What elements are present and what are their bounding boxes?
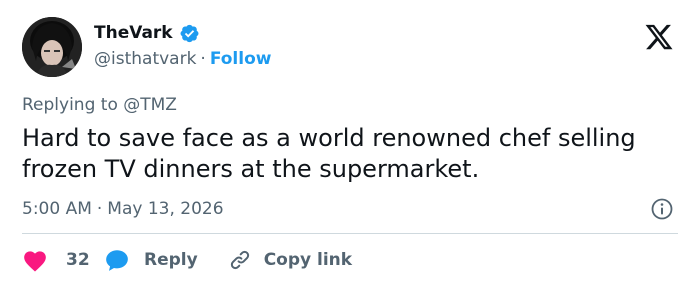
avatar[interactable]	[22, 17, 82, 77]
reply-label: Reply	[144, 250, 198, 270]
heart-icon	[22, 248, 48, 272]
link-icon	[228, 248, 252, 272]
timestamp[interactable]: 5:00 AM · May 13, 2026	[22, 198, 224, 220]
handle-row: @isthatvark · Follow	[94, 48, 271, 70]
action-bar: 32 Reply Copy link	[22, 246, 352, 274]
divider	[22, 233, 678, 234]
author-handle[interactable]: @isthatvark	[94, 49, 196, 69]
reply-prefix: Replying to	[22, 95, 118, 115]
reply-button[interactable]: Reply	[104, 248, 198, 272]
info-icon[interactable]	[650, 197, 674, 221]
follow-button[interactable]: Follow	[210, 49, 272, 69]
timestamp-separator: ·	[96, 199, 103, 219]
copy-link-label: Copy link	[263, 250, 353, 270]
copy-link-button[interactable]: Copy link	[228, 248, 352, 272]
timestamp-time[interactable]: 5:00 AM	[22, 199, 92, 219]
like-count: 32	[66, 250, 90, 270]
tweet-text: Hard to save face as a world renowned ch…	[22, 124, 636, 183]
comment-icon	[104, 248, 130, 272]
reply-mention[interactable]: @TMZ	[123, 95, 177, 115]
timestamp-date[interactable]: May 13, 2026	[107, 199, 223, 219]
verified-badge-icon	[180, 24, 199, 43]
reply-context: Replying to @TMZ	[22, 94, 177, 116]
like-button[interactable]: 32	[22, 248, 104, 272]
x-logo-icon[interactable]	[642, 22, 676, 52]
author-display-name[interactable]: TheVark	[94, 22, 173, 44]
handle-separator: ·	[200, 49, 206, 69]
